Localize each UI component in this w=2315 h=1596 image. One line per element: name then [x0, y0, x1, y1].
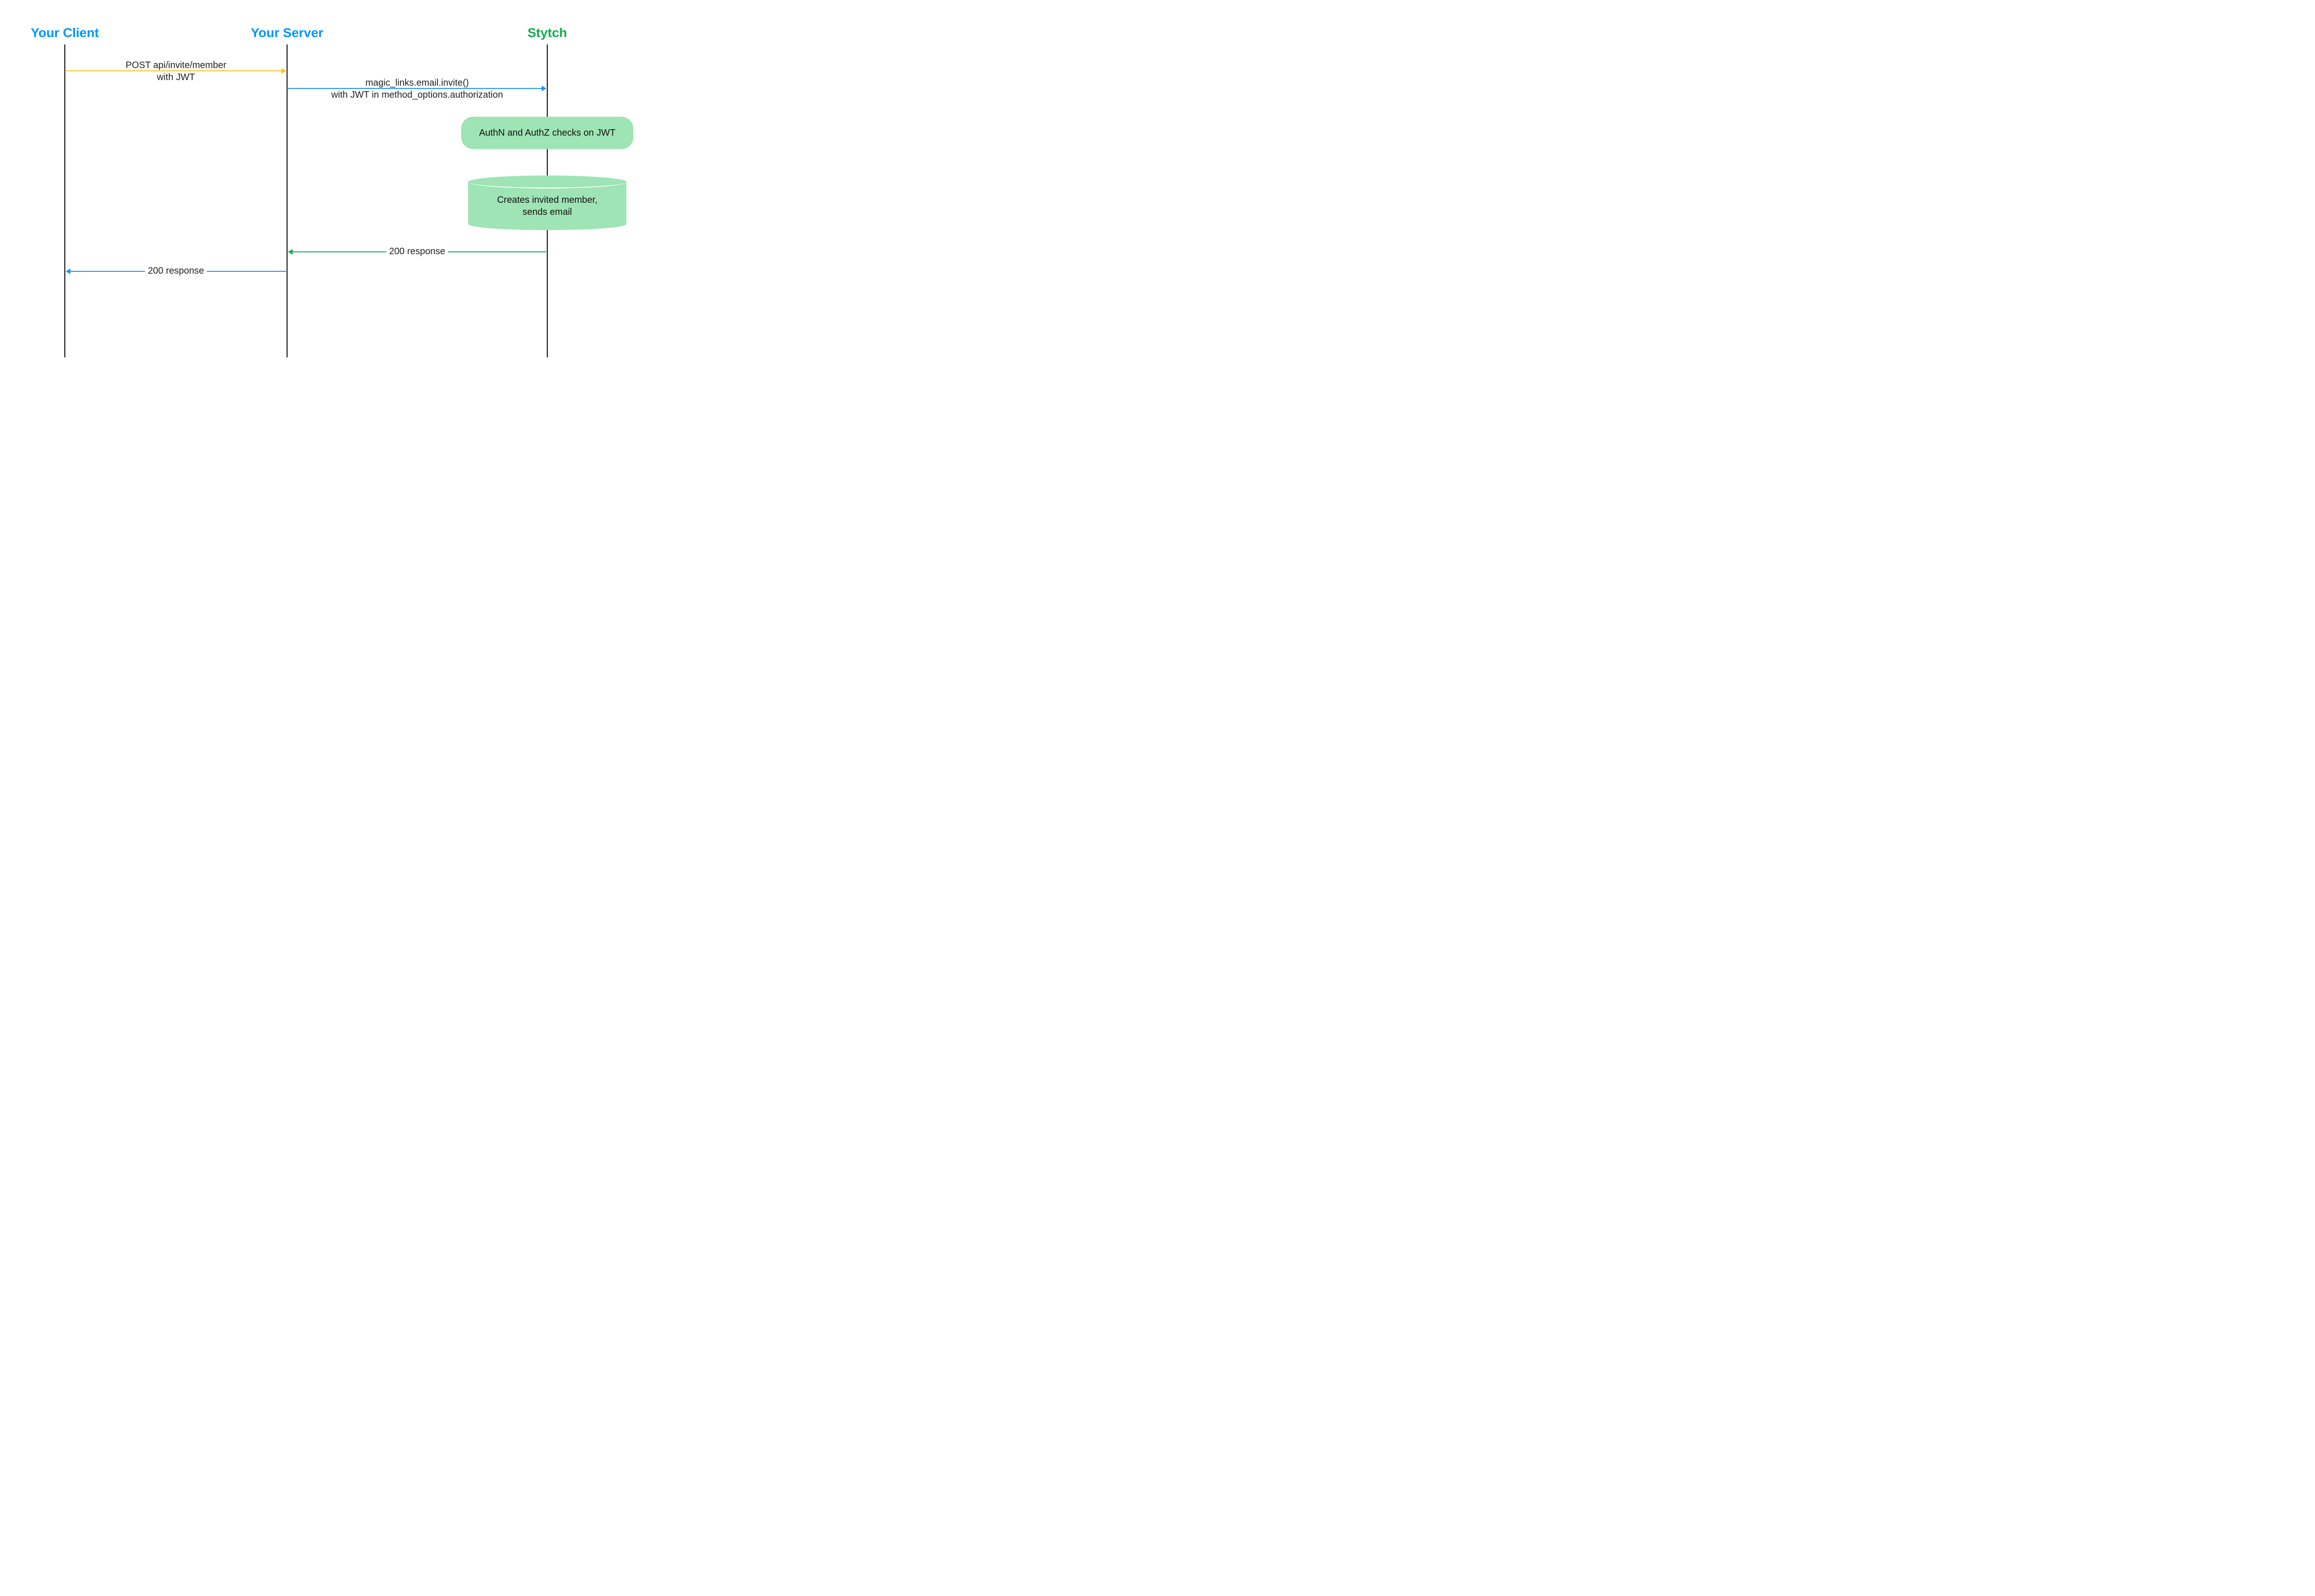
note-creates-member-body: Creates invited member, sends email — [468, 182, 626, 224]
note-authn-authz-text: AuthN and AuthZ checks on JWT — [479, 128, 616, 138]
arrowhead-200-server — [66, 269, 70, 274]
sequence-diagram: Your Client Your Server Stytch POST api/… — [0, 0, 674, 378]
label-post-invite: POST api/invite/member with JWT — [125, 59, 226, 83]
label-200-stytch: 200 response — [386, 245, 448, 257]
label-magic-link: magic_links.email.invite() with JWT in m… — [332, 77, 503, 101]
note-creates-member-l2: sends email — [523, 207, 572, 217]
lifeline-client — [64, 44, 65, 357]
label-200-server: 200 response — [145, 265, 206, 277]
label-post-invite-l1: POST api/invite/member — [125, 60, 226, 70]
note-creates-member: Creates invited member, sends email — [468, 182, 626, 224]
note-creates-member-l1: Creates invited member, — [497, 195, 598, 205]
label-post-invite-l2: with JWT — [157, 72, 195, 82]
label-magic-link-l2: with JWT in method_options.authorization — [332, 90, 503, 100]
arrowhead-post-invite — [282, 68, 286, 74]
lifeline-server — [287, 44, 288, 357]
note-authn-authz: AuthN and AuthZ checks on JWT — [461, 117, 633, 149]
label-magic-link-l1: magic_links.email.invite() — [365, 78, 469, 88]
participant-client-label: Your Client — [31, 25, 99, 40]
participant-stytch-label: Stytch — [527, 25, 567, 40]
arrowhead-magic-link — [542, 86, 546, 91]
arrowhead-200-stytch — [288, 249, 293, 255]
participant-server-label: Your Server — [251, 25, 324, 40]
